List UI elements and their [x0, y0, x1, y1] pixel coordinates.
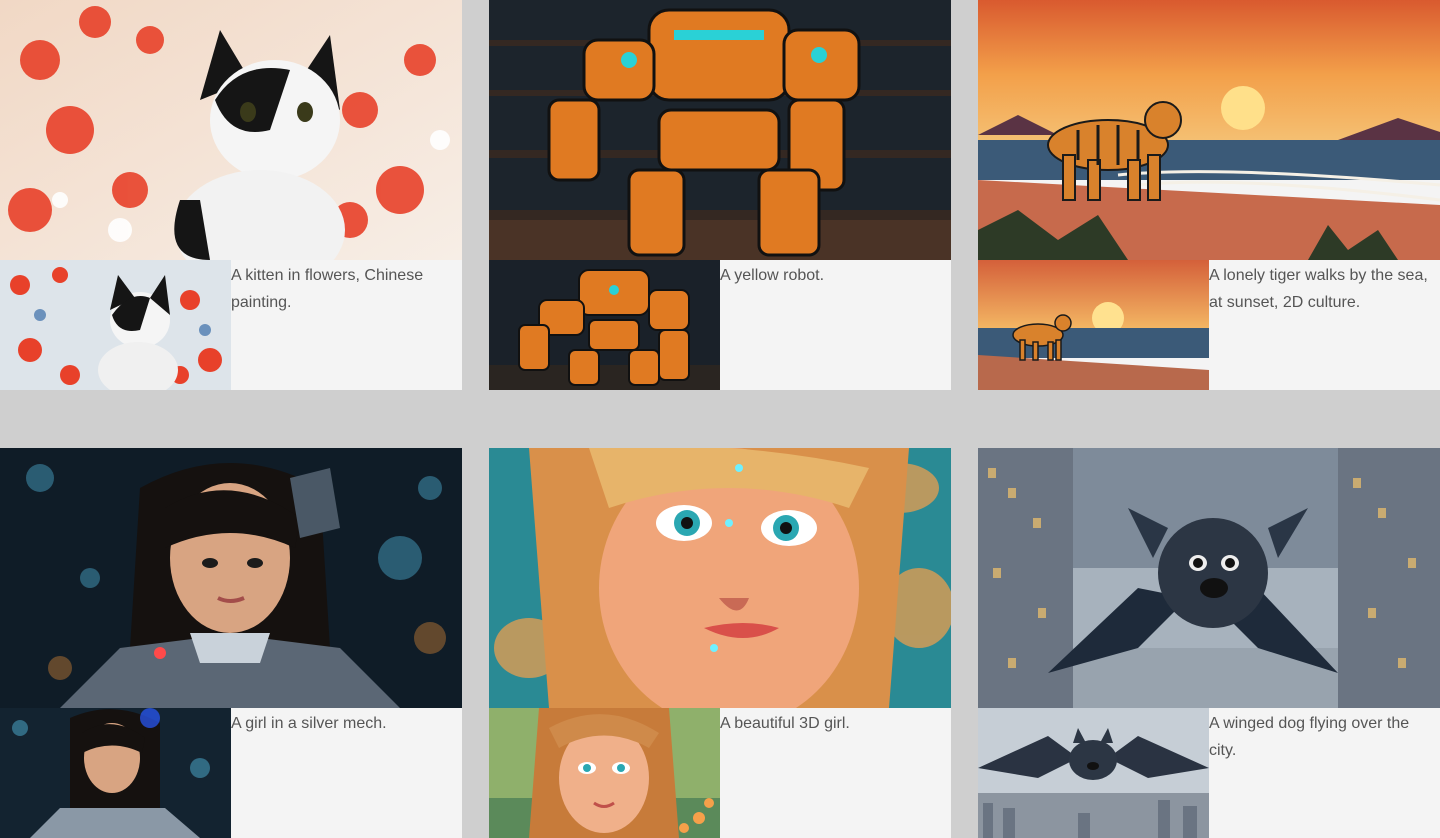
hero-image-kitten[interactable] [0, 0, 462, 260]
gallery-card[interactable]: A girl in a silver mech. [0, 448, 462, 838]
gallery-card[interactable]: A beautiful 3D girl. [489, 448, 951, 838]
thumbnail-image-3d-girl[interactable] [489, 708, 720, 838]
thumbnail-image-bat-dog[interactable] [978, 708, 1209, 838]
thumbnail-image-kitten[interactable] [0, 260, 231, 390]
thumbnail-image-tiger[interactable] [978, 260, 1209, 390]
image-caption: A kitten in flowers, Chinese painting. [231, 267, 424, 311]
image-caption: A lonely tiger walks by the sea, at suns… [1209, 267, 1428, 311]
gallery-card[interactable]: A yellow robot. [489, 0, 951, 390]
image-caption: A winged dog flying over the city. [1209, 715, 1410, 759]
hero-image-mech-girl[interactable] [0, 448, 462, 708]
hero-image-tiger[interactable] [978, 0, 1440, 260]
image-caption: A girl in a silver mech. [231, 715, 387, 732]
gallery-card[interactable]: A lonely tiger walks by the sea, at suns… [978, 0, 1440, 390]
image-caption: A beautiful 3D girl. [720, 715, 850, 732]
gallery-card[interactable]: A winged dog flying over the city. [978, 448, 1440, 838]
thumbnail-image-robot[interactable] [489, 260, 720, 390]
thumbnail-image-mech-girl[interactable] [0, 708, 231, 838]
hero-image-3d-girl[interactable] [489, 448, 951, 708]
hero-image-robot[interactable] [489, 0, 951, 260]
image-caption: A yellow robot. [720, 267, 825, 284]
hero-image-bat-dog[interactable] [978, 448, 1440, 708]
gallery-card[interactable]: A kitten in flowers, Chinese painting. [0, 0, 462, 390]
